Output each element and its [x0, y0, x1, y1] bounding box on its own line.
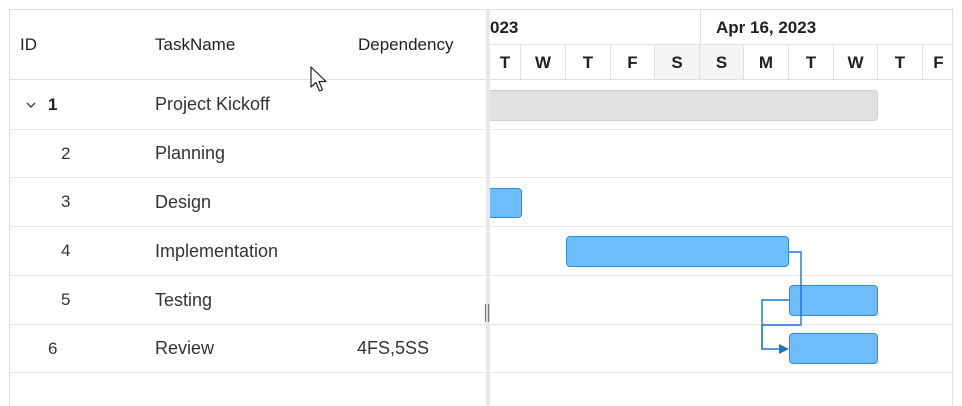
timeline-day: F [923, 45, 952, 80]
task-bar-testing[interactable] [789, 285, 878, 316]
timeline-row [490, 178, 952, 227]
column-header-id[interactable]: ID [20, 10, 37, 80]
timeline-day: S [700, 45, 744, 80]
timeline-row [490, 276, 952, 325]
task-bar-review[interactable] [789, 333, 878, 364]
row-task-name: Planning [155, 143, 226, 163]
timeline-row [490, 130, 952, 178]
timeline-day: F [611, 45, 655, 80]
column-header-dependency[interactable]: Dependency [358, 10, 453, 80]
chevron-down-icon[interactable] [24, 80, 38, 129]
gantt-timeline: 023 Apr 16, 2023 T W T F S S M T W T F [490, 10, 952, 406]
row-id: 6 [48, 338, 58, 358]
timeline-day: W [834, 45, 878, 80]
row-task-name: Review [155, 338, 215, 358]
row-task-name: Design [155, 191, 212, 212]
grid-header: ID TaskName Dependency [10, 10, 486, 80]
table-row[interactable]: 1 Project Kickoff [10, 80, 486, 130]
timeline-day: T [490, 45, 521, 80]
timeline-day: M [744, 45, 789, 80]
column-header-taskname[interactable]: TaskName [155, 10, 235, 80]
row-task-name: Testing [155, 289, 213, 310]
row-id: 5 [61, 290, 71, 309]
timeline-day: T [566, 45, 611, 80]
table-row[interactable]: 4 Implementation [10, 227, 486, 276]
row-dependency: 4FS,5SS [357, 338, 430, 358]
row-id: 4 [61, 241, 71, 260]
timeline-day: T [878, 45, 923, 80]
gantt-chart: ID TaskName Dependency 1 Project Kickoff… [9, 9, 953, 406]
task-bar-project-kickoff[interactable] [490, 90, 878, 121]
timeline-row [490, 325, 952, 373]
table-row[interactable]: 6 Review 4FS,5SS [10, 325, 486, 373]
row-task-name: Implementation [155, 240, 279, 261]
timeline-week-header: Apr 16, 2023 [701, 10, 952, 45]
row-id: 2 [61, 143, 71, 163]
timeline-day: T [789, 45, 834, 80]
table-row[interactable]: 5 Testing [10, 276, 486, 325]
row-id: 1 [48, 94, 58, 114]
task-grid: ID TaskName Dependency 1 Project Kickoff… [10, 10, 486, 406]
mouse-pointer-icon [310, 66, 332, 94]
table-row[interactable]: 3 Design [10, 178, 486, 227]
timeline-week-header: 023 [490, 10, 700, 45]
timeline-day: W [521, 45, 566, 80]
row-task-name: Project Kickoff [155, 94, 270, 114]
timeline-day: S [655, 45, 700, 80]
task-bar-implementation[interactable] [566, 236, 789, 267]
table-row[interactable]: 2 Planning [10, 130, 486, 178]
task-bar-design[interactable] [490, 188, 522, 218]
row-id: 3 [61, 192, 71, 211]
